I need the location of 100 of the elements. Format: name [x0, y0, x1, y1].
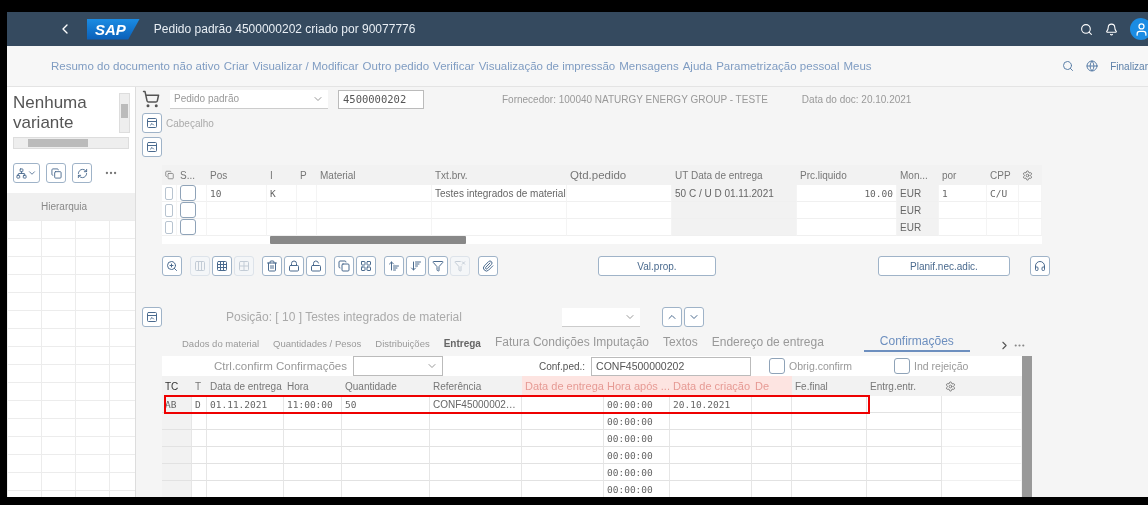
trash-icon — [266, 260, 278, 272]
filter-icon — [432, 260, 444, 272]
sort-descending-button[interactable] — [406, 256, 426, 276]
menu-item[interactable]: Resumo do documento não ativo — [51, 60, 220, 72]
menu-item[interactable]: Visualizar / Modificar — [252, 60, 359, 72]
table-cell: EUR — [897, 185, 939, 202]
collapse-icon — [146, 311, 158, 323]
tab[interactable]: Entrega — [443, 338, 481, 352]
collapse-button[interactable] — [142, 307, 162, 327]
tab[interactable]: Dados do material — [182, 338, 260, 352]
table-cell — [162, 430, 192, 447]
copy-button[interactable] — [46, 163, 66, 183]
menu-item[interactable]: Parametrização pessoal — [716, 60, 840, 72]
tab[interactable]: Textos — [663, 335, 698, 352]
column-header: Data de entrega — [522, 376, 604, 396]
globe-icon — [1086, 60, 1099, 72]
tab[interactable]: Fatura Condições Imputação — [494, 335, 650, 352]
checkbox[interactable] — [769, 358, 786, 374]
column-header: Mon... — [897, 165, 939, 185]
tab[interactable]: Quantidades / Pesos — [273, 338, 362, 352]
grid-icon — [216, 260, 228, 272]
tiles-button[interactable] — [356, 256, 376, 276]
table-cell: 00:00:00 — [604, 481, 670, 497]
collapse-button[interactable] — [142, 137, 162, 157]
notifications-button[interactable] — [1105, 22, 1118, 36]
scrollbar[interactable] — [119, 93, 130, 133]
hierarchy-dropdown[interactable] — [13, 163, 40, 183]
copy-icon — [50, 167, 62, 179]
column-header: Hora — [284, 376, 342, 396]
menu-item[interactable]: Ajuda — [682, 60, 713, 72]
table-cell — [162, 464, 192, 481]
table-cell — [192, 464, 207, 481]
scrollbar[interactable] — [270, 236, 466, 244]
unlock-icon — [310, 260, 322, 272]
menu-item[interactable]: Mensagens — [619, 60, 679, 72]
columns-icon — [194, 260, 206, 272]
exit-link[interactable]: Finalizar — [1110, 60, 1148, 72]
table-cell: 50 C / U D 01.11.2021 — [672, 185, 797, 202]
table-cell — [192, 430, 207, 447]
table-cell: K — [267, 185, 297, 202]
column-header: Material — [317, 165, 432, 185]
hierarchy-icon — [16, 167, 27, 179]
user-avatar[interactable] — [1130, 18, 1148, 40]
checkbox[interactable] — [180, 202, 196, 218]
tab[interactable]: Endereço de entrega — [711, 335, 824, 352]
order-number-field[interactable]: 4500000202 — [338, 89, 424, 109]
row-selector[interactable] — [165, 203, 173, 217]
paperclip-icon — [482, 260, 494, 272]
refresh-icon — [76, 167, 88, 179]
paperclip-button[interactable] — [478, 256, 498, 276]
column-header: P — [297, 165, 317, 185]
unlock-button[interactable] — [306, 256, 326, 276]
confirmation-field[interactable]: CONF4500000202 — [591, 356, 752, 376]
filter-button[interactable] — [428, 256, 448, 276]
table-cell: EUR — [897, 219, 939, 236]
column-header: T — [192, 376, 207, 396]
menu-item[interactable]: Outro pedido — [362, 60, 430, 72]
row-selector[interactable] — [165, 186, 173, 200]
headset-button[interactable] — [1030, 256, 1050, 276]
zoom-icon — [166, 260, 178, 272]
collapse-button[interactable] — [142, 113, 162, 133]
collapse-icon — [146, 117, 158, 129]
confirmation-control-dropdown[interactable] — [352, 356, 443, 376]
tab[interactable]: Confirmações — [863, 334, 970, 352]
globe-button[interactable] — [1086, 60, 1099, 72]
grid-button[interactable] — [212, 256, 232, 276]
trash-button[interactable] — [262, 256, 282, 276]
tab[interactable]: Distribuições — [375, 338, 430, 352]
planning-button[interactable]: Planif.nec.adic. — [878, 256, 1010, 276]
checkbox-label: Ind rejeição — [914, 360, 969, 372]
zoom-button[interactable] — [162, 256, 182, 276]
headphones-icon — [1034, 260, 1046, 272]
proposal-button[interactable]: Val.prop. — [598, 256, 716, 276]
sort-ascending-button[interactable] — [384, 256, 404, 276]
search-icon — [1062, 60, 1075, 72]
scrollbar[interactable] — [13, 137, 129, 149]
row-selector[interactable] — [165, 220, 173, 234]
copy-button[interactable] — [334, 256, 354, 276]
menu-item[interactable]: Visualização de impressão — [478, 60, 616, 72]
table-cell: Testes integrados de material — [432, 185, 567, 202]
next-button[interactable] — [684, 307, 704, 327]
checkbox[interactable] — [180, 219, 196, 235]
menu-item[interactable]: Meus — [843, 60, 872, 72]
refresh-button[interactable] — [72, 163, 92, 183]
search-icon — [1080, 22, 1093, 36]
table-cell — [162, 447, 192, 464]
menu-item[interactable]: Criar — [223, 60, 249, 72]
select-all-icon — [165, 170, 174, 180]
search-button[interactable] — [1080, 22, 1093, 36]
lock-button[interactable] — [284, 256, 304, 276]
table-cell — [752, 413, 792, 430]
checkbox-label: Obrig.confirm — [789, 360, 853, 372]
position-dropdown[interactable] — [562, 307, 640, 327]
table-cell: 00:00:00 — [604, 396, 670, 413]
order-type-dropdown[interactable]: Pedido padrão — [170, 89, 328, 109]
previous-button[interactable] — [662, 307, 682, 327]
menu-item[interactable]: Verificar — [433, 60, 475, 72]
checkbox[interactable] — [180, 185, 196, 201]
document-date-label: Data do doc: 20.10.2021 — [801, 93, 912, 105]
checkbox[interactable] — [894, 358, 911, 374]
